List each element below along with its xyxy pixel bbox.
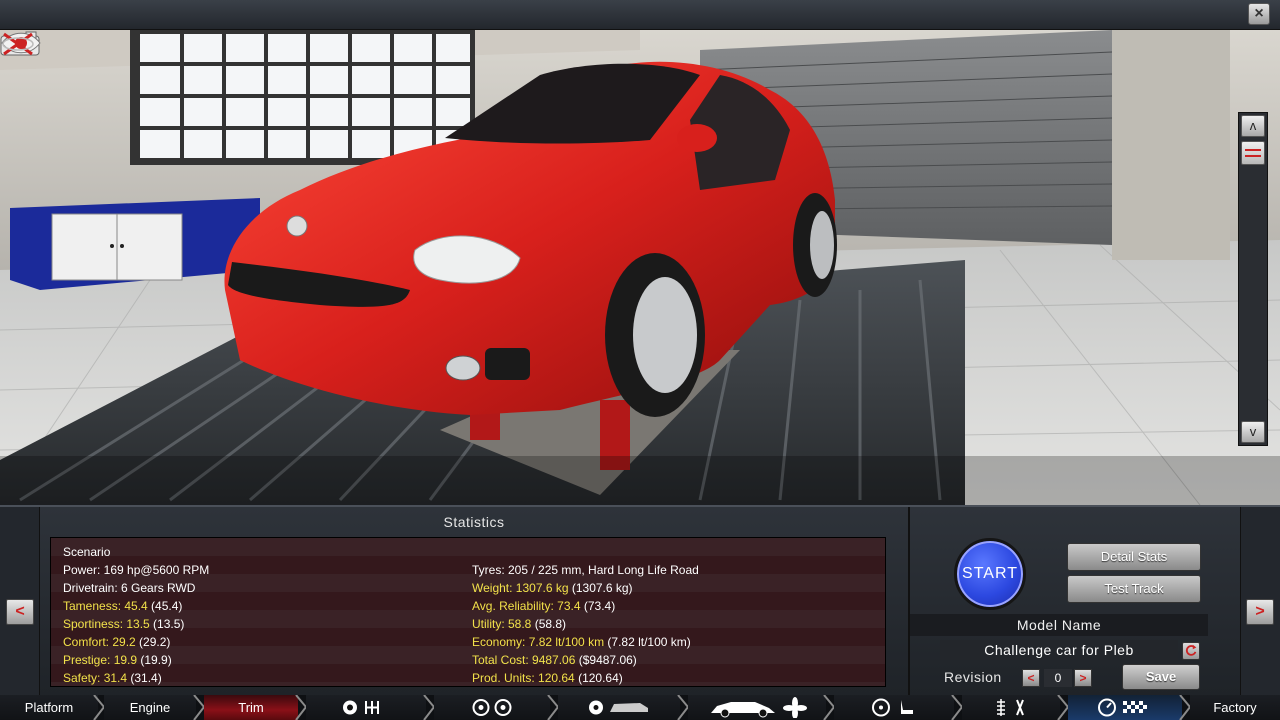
stat-line: Drivetrain: 6 Gears RWD <box>63 579 463 597</box>
stat-raw-value: (73.4) <box>580 599 616 613</box>
model-name-input[interactable] <box>940 640 1178 660</box>
stat-line: Prestige: 19.9 (19.9) <box>63 651 463 669</box>
close-button[interactable]: × <box>1248 3 1270 25</box>
stats-right-column: Tyres: 205 / 225 mm, Hard Long Life Road… <box>472 543 882 687</box>
refresh-name-icon[interactable] <box>1182 642 1200 660</box>
car-fan-icon <box>711 697 807 719</box>
start-button[interactable]: START <box>954 538 1026 610</box>
stat-label: Prod. Units: 120.64 <box>472 671 575 685</box>
stat-label: Drivetrain: 6 Gears RWD <box>63 581 196 595</box>
next-car-button[interactable]: > <box>1246 599 1274 625</box>
stat-line: Total Cost: 9487.06 ($9487.06) <box>472 651 882 669</box>
designer-nav-bar: Platform Engine Trim Factory <box>0 695 1280 720</box>
stat-line: Sportiness: 13.5 (13.5) <box>63 615 463 633</box>
stat-line <box>472 543 882 561</box>
stat-label: Prestige: 19.9 <box>63 653 138 667</box>
stat-line: Prod. Units: 120.64 (120.64) <box>472 669 882 687</box>
tab-engine[interactable]: Engine <box>104 695 196 720</box>
stat-label: Avg. Reliability: 73.4 <box>472 599 581 613</box>
stat-raw-value: (1307.6 kg) <box>568 581 633 595</box>
stat-raw-value: (31.4) <box>127 671 162 685</box>
suspension-tools-icon <box>997 699 1024 716</box>
tab-interior[interactable] <box>834 695 954 720</box>
tab-aero[interactable] <box>688 695 826 720</box>
stat-line: Tyres: 205 / 225 mm, Hard Long Life Road <box>472 561 882 579</box>
steering-wheel-seat-icon <box>872 698 913 717</box>
tab-wheels[interactable] <box>434 695 550 720</box>
tab-platform[interactable]: Platform <box>0 695 98 720</box>
revision-increment-button[interactable]: > <box>1074 669 1092 687</box>
brake-car-body-icon <box>589 700 648 715</box>
tab-brakes-body[interactable] <box>558 695 680 720</box>
stat-label: Economy: 7.82 lt/100 km <box>472 635 605 649</box>
stat-label: Power: 169 hp@5600 RPM <box>63 563 210 577</box>
stat-raw-value: (58.8) <box>531 617 567 631</box>
window-title-bar: × <box>0 0 1280 30</box>
gauge-checkered-flag-icon <box>1098 698 1147 717</box>
garage-scene-render <box>0 30 1280 505</box>
revision-decrement-button[interactable]: < <box>1022 669 1040 687</box>
tab-factory[interactable]: Factory <box>1190 695 1280 720</box>
statistics-title: Statistics <box>443 514 505 530</box>
stat-raw-value: ($9487.06) <box>575 653 637 667</box>
stat-line: Tameness: 45.4 (45.4) <box>63 597 463 615</box>
stat-line: Scenario <box>63 543 463 561</box>
model-name-title: Model Name <box>910 614 1208 636</box>
tab-gearbox[interactable] <box>306 695 426 720</box>
stat-line: Weight: 1307.6 kg (1307.6 kg) <box>472 579 882 597</box>
stat-raw-value: (7.82 lt/100 km) <box>604 635 691 649</box>
reset-view-icon[interactable] <box>0 30 36 58</box>
stat-label: Scenario <box>63 545 111 559</box>
stat-raw-value: (120.64) <box>574 671 623 685</box>
stat-raw-value: (45.4) <box>147 599 183 613</box>
prev-car-button[interactable]: < <box>6 599 34 625</box>
stat-line: Utility: 58.8 (58.8) <box>472 615 882 633</box>
tab-testing[interactable] <box>1068 695 1182 720</box>
gear-gearbox-icon <box>343 700 379 715</box>
tab-suspension[interactable] <box>962 695 1060 720</box>
stat-label: Utility: 58.8 <box>472 617 532 631</box>
zoom-scrollbar[interactable]: ʌ v <box>1238 112 1268 446</box>
model-controls: START Detail Stats Test Track Model Name… <box>910 507 1210 697</box>
scroll-down-button[interactable]: v <box>1241 421 1265 443</box>
stat-raw-value: (13.5) <box>149 617 185 631</box>
stat-label: Comfort: 29.2 <box>63 635 136 649</box>
scroll-up-button[interactable]: ʌ <box>1241 115 1265 137</box>
stat-line: Power: 169 hp@5600 RPM <box>63 561 463 579</box>
revision-value: 0 <box>1044 669 1072 687</box>
stat-line: Safety: 31.4 (31.4) <box>63 669 463 687</box>
stat-raw-value: (29.2) <box>135 635 171 649</box>
stat-line: Economy: 7.82 lt/100 km (7.82 lt/100 km) <box>472 633 882 651</box>
car-viewport[interactable]: ʌ v <box>0 30 1280 505</box>
test-track-button[interactable]: Test Track <box>1067 575 1201 603</box>
stat-label: Safety: 31.4 <box>63 671 128 685</box>
stat-label: Tyres: 205 / 225 mm, Hard Long Life Road <box>472 563 699 577</box>
detail-stats-button[interactable]: Detail Stats <box>1067 543 1201 571</box>
statistics-list: Scenario Power: 169 hp@5600 RPM Drivetrain… <box>50 537 886 687</box>
stat-line: Comfort: 29.2 (29.2) <box>63 633 463 651</box>
stat-raw-value: (19.9) <box>137 653 172 667</box>
revision-label: Revision <box>944 669 1002 685</box>
statistics-panel: < Statistics Scenario Power: 169 hp@5600 … <box>0 505 1280 697</box>
wheel-icon <box>472 699 512 716</box>
stats-left-column: Scenario Power: 169 hp@5600 RPM Drivetrain… <box>63 543 463 687</box>
stat-label: Tameness: 45.4 <box>63 599 148 613</box>
right-rail: > <box>1240 507 1280 697</box>
stat-label: Weight: 1307.6 kg <box>472 581 569 595</box>
save-button[interactable]: Save <box>1122 664 1200 690</box>
stat-line: Avg. Reliability: 73.4 (73.4) <box>472 597 882 615</box>
stat-label: Total Cost: 9487.06 <box>472 653 576 667</box>
scroll-thumb[interactable] <box>1241 141 1265 165</box>
tab-trim[interactable]: Trim <box>204 695 298 720</box>
left-rail: < <box>0 507 40 697</box>
stat-label: Sportiness: 13.5 <box>63 617 150 631</box>
